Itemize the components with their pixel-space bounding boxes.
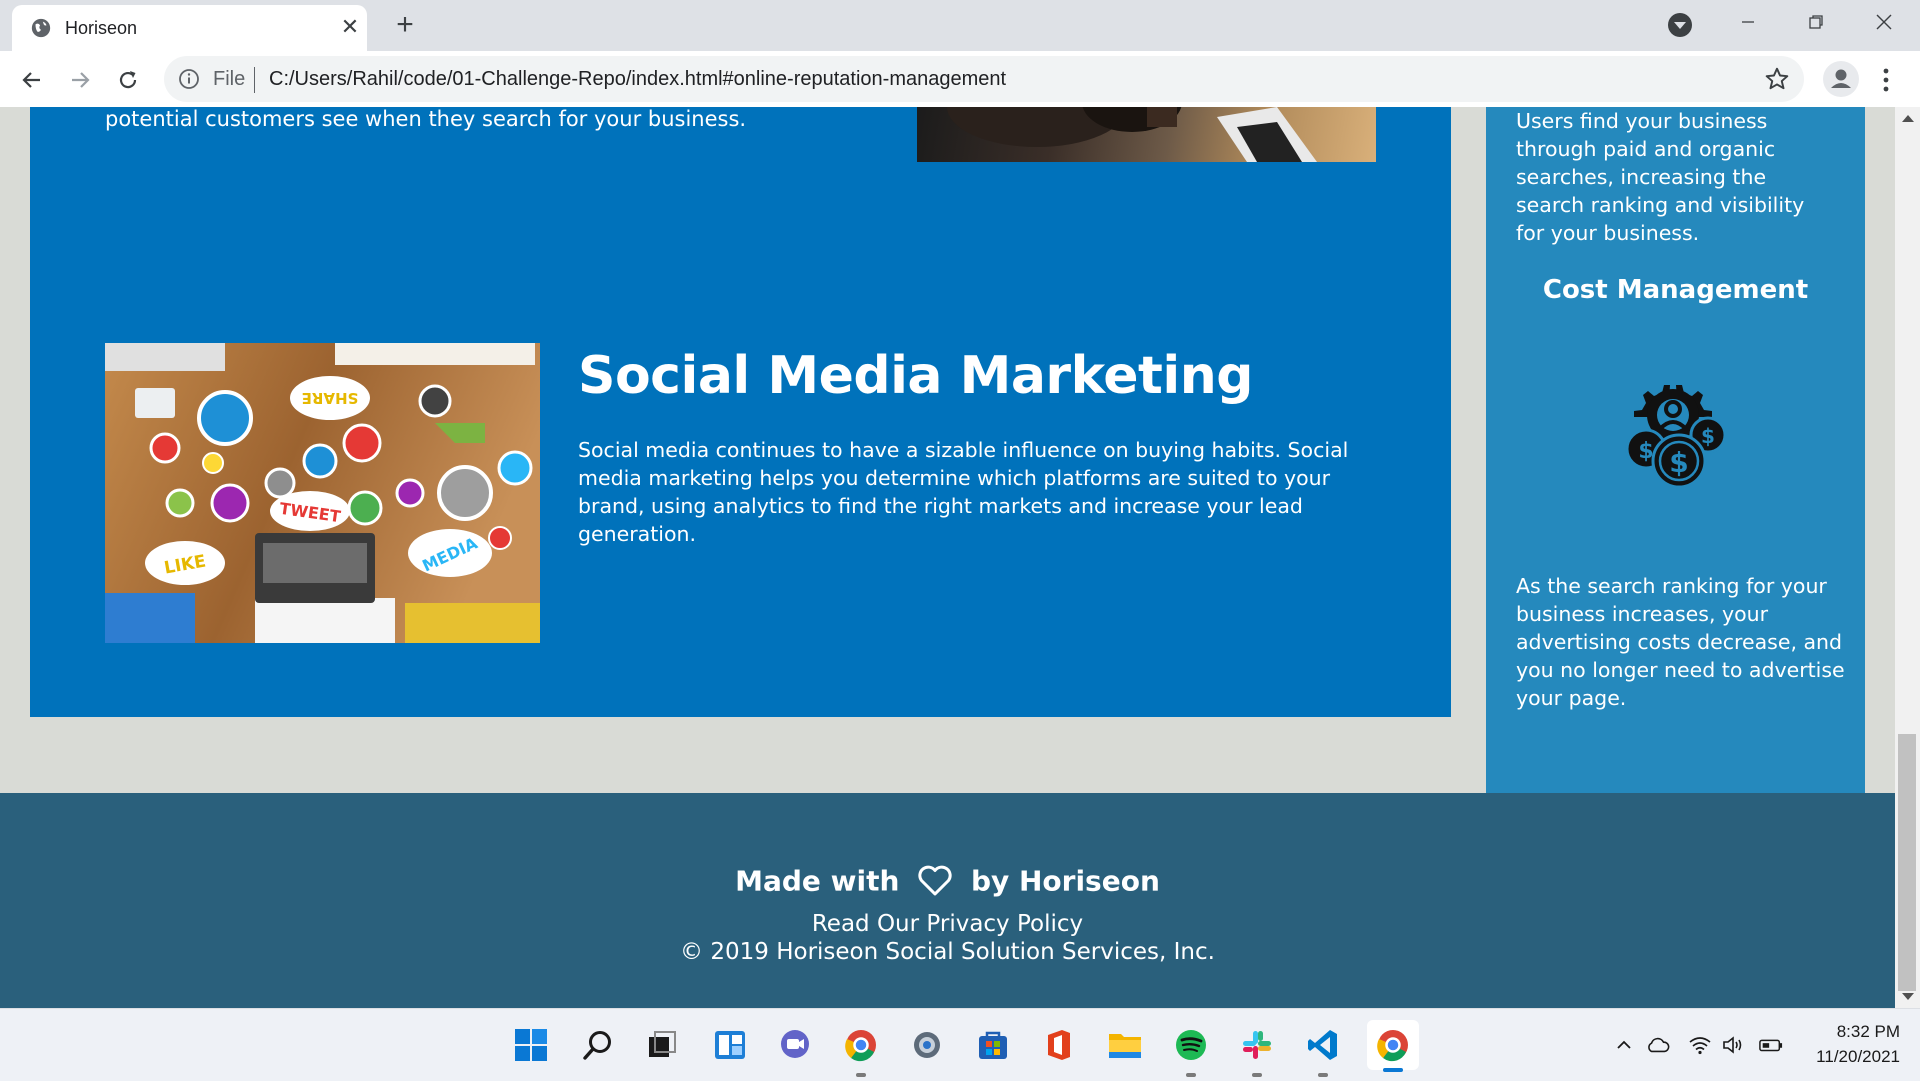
- task-view-icon[interactable]: [640, 1023, 684, 1067]
- restore-icon[interactable]: [1796, 6, 1836, 38]
- tab-search-icon[interactable]: [1668, 13, 1692, 37]
- vscode-icon[interactable]: [1301, 1023, 1345, 1077]
- close-tab-icon[interactable]: ✕: [337, 14, 363, 40]
- scroll-down-arrow-icon[interactable]: [1902, 993, 1914, 1000]
- social-media-image: SHARE TWEET LIKE MEDIA: [105, 343, 540, 643]
- windows-start-icon[interactable]: [509, 1023, 553, 1067]
- search-icon[interactable]: [576, 1023, 620, 1067]
- clock-time[interactable]: 8:32 PM: [1800, 1022, 1900, 1042]
- address-bar[interactable]: File C:/Users/Rahil/code/01-Challenge-Re…: [164, 56, 1804, 102]
- back-icon[interactable]: [15, 63, 49, 97]
- footer-by-label: by Horiseon: [970, 864, 1160, 898]
- copyright-text: © 2019 Horiseon Social Solution Services…: [680, 939, 1215, 965]
- running-indicator: [856, 1073, 866, 1077]
- url-scheme-label: File: [213, 68, 246, 90]
- close-window-icon[interactable]: [1864, 6, 1904, 38]
- clock-date[interactable]: 11/20/2021: [1790, 1047, 1900, 1067]
- active-indicator: [1383, 1068, 1403, 1072]
- forward-icon[interactable]: [63, 63, 97, 97]
- file-explorer-icon[interactable]: [1103, 1023, 1147, 1067]
- spotify-icon[interactable]: [1169, 1023, 1213, 1077]
- kebab-menu-icon[interactable]: [1880, 65, 1892, 95]
- heart-icon: [918, 865, 952, 896]
- privacy-policy-link[interactable]: Read Our Privacy Policy: [0, 911, 1895, 937]
- chrome-icon[interactable]: [839, 1023, 883, 1077]
- cost-management-heading: Cost Management: [1542, 275, 1809, 305]
- profile-avatar-icon[interactable]: [1823, 61, 1859, 97]
- browser-toolbar: File C:/Users/Rahil/code/01-Challenge-Re…: [0, 51, 1920, 108]
- scroll-up-arrow-icon[interactable]: [1902, 115, 1914, 122]
- windows-taskbar: 8:32 PM 11/20/2021: [0, 1008, 1920, 1081]
- browser-tab[interactable]: Horiseon ✕: [12, 5, 367, 51]
- new-tab-button[interactable]: +: [390, 8, 420, 41]
- page-scrollbar[interactable]: [1895, 107, 1920, 1008]
- svg-text:$: $: [1701, 424, 1715, 448]
- lead-generation-text: Users find your business through paid an…: [1516, 109, 1805, 245]
- url-text[interactable]: C:/Users/Rahil/code/01-Challenge-Repo/in…: [269, 68, 1006, 91]
- cost-management-icon: $ $ $: [1625, 385, 1727, 489]
- settings-icon[interactable]: [905, 1023, 949, 1067]
- running-indicator: [1186, 1073, 1196, 1077]
- widgets-icon[interactable]: [708, 1023, 752, 1067]
- section-body-text: Social media continues to have a sizable…: [578, 438, 1349, 546]
- chrome-active-icon[interactable]: [1367, 1020, 1419, 1072]
- page-footer: Made with by Horiseon Read Our Privacy P…: [0, 793, 1895, 1008]
- chevron-up-icon[interactable]: [1612, 1033, 1636, 1057]
- battery-icon[interactable]: [1759, 1033, 1783, 1057]
- footer-made-with-label: Made with: [735, 864, 900, 898]
- office-icon[interactable]: [1037, 1023, 1081, 1067]
- running-indicator: [1252, 1073, 1262, 1077]
- teams-chat-icon[interactable]: [773, 1023, 817, 1067]
- minimize-icon[interactable]: [1728, 6, 1768, 38]
- browser-tab-strip: Horiseon ✕ +: [0, 0, 1920, 51]
- page-viewport: potential customers see when they search…: [0, 107, 1895, 1008]
- benefits-sidebar: Users find your business through paid an…: [1486, 107, 1865, 793]
- share-sticker-label: SHARE: [302, 389, 359, 407]
- tab-title: Horiseon: [65, 18, 138, 38]
- section-title: Social Media Marketing: [578, 346, 1253, 406]
- section-text: potential customers see when they search…: [105, 107, 747, 131]
- wifi-icon[interactable]: [1688, 1033, 1712, 1057]
- running-indicator: [1318, 1073, 1328, 1077]
- cost-management-text: As the search ranking for your business …: [1516, 574, 1845, 710]
- bookmark-star-icon[interactable]: [1764, 66, 1790, 92]
- scrollbar-thumb[interactable]: [1898, 734, 1916, 991]
- slack-icon[interactable]: [1235, 1023, 1279, 1077]
- desk-photo-image: [917, 107, 1376, 162]
- social-media-marketing-section: SHARE TWEET LIKE MEDIA Social Media Mark…: [30, 268, 1451, 717]
- store-icon[interactable]: [971, 1023, 1015, 1067]
- info-icon[interactable]: [178, 68, 200, 90]
- volume-icon[interactable]: [1721, 1033, 1745, 1057]
- footer-made-with: Made with by Horiseon: [0, 863, 1895, 898]
- onedrive-cloud-icon[interactable]: [1646, 1033, 1670, 1057]
- globe-icon: [31, 18, 51, 38]
- url-separator: [254, 67, 255, 93]
- svg-text:$: $: [1638, 439, 1653, 464]
- reload-icon[interactable]: [111, 63, 145, 97]
- svg-text:$: $: [1669, 446, 1688, 479]
